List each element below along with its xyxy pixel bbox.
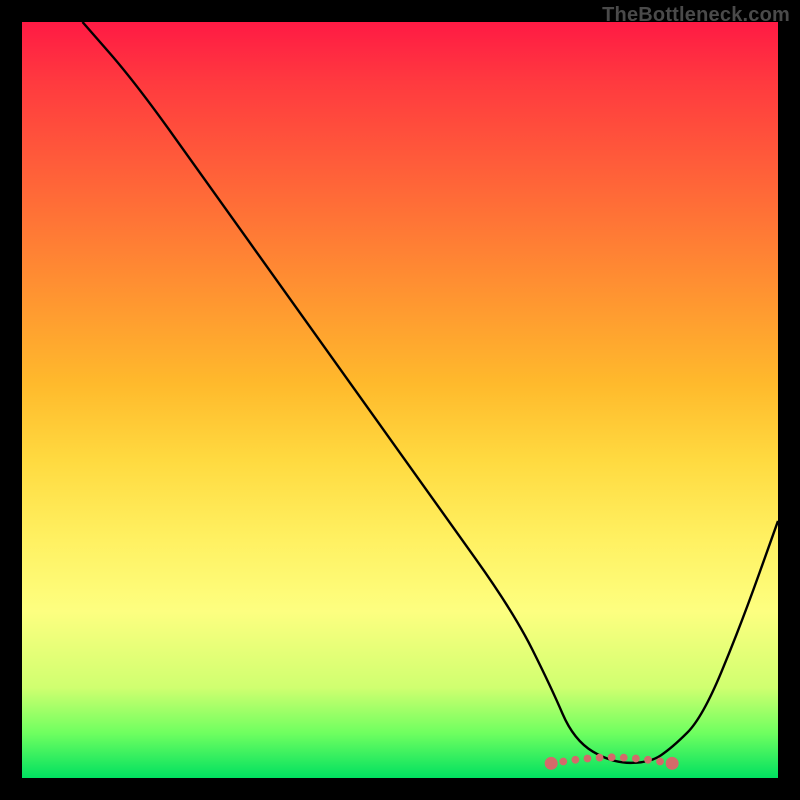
highlight-dot <box>573 757 578 762</box>
watermark-text: TheBottleneck.com <box>602 4 790 27</box>
highlight-dot <box>621 755 626 760</box>
highlight-dot <box>658 759 663 764</box>
highlight-dot <box>546 758 556 768</box>
highlight-dot <box>646 757 651 762</box>
chart-plot-area <box>22 22 778 778</box>
highlight-dot <box>597 755 602 760</box>
highlight-dot <box>609 755 614 760</box>
highlight-dot <box>585 756 590 761</box>
highlight-dot <box>667 758 677 768</box>
highlight-dot <box>633 756 638 761</box>
highlight-dot <box>561 759 566 764</box>
bottleneck-curve-svg <box>22 22 778 778</box>
bottleneck-curve <box>82 22 778 763</box>
